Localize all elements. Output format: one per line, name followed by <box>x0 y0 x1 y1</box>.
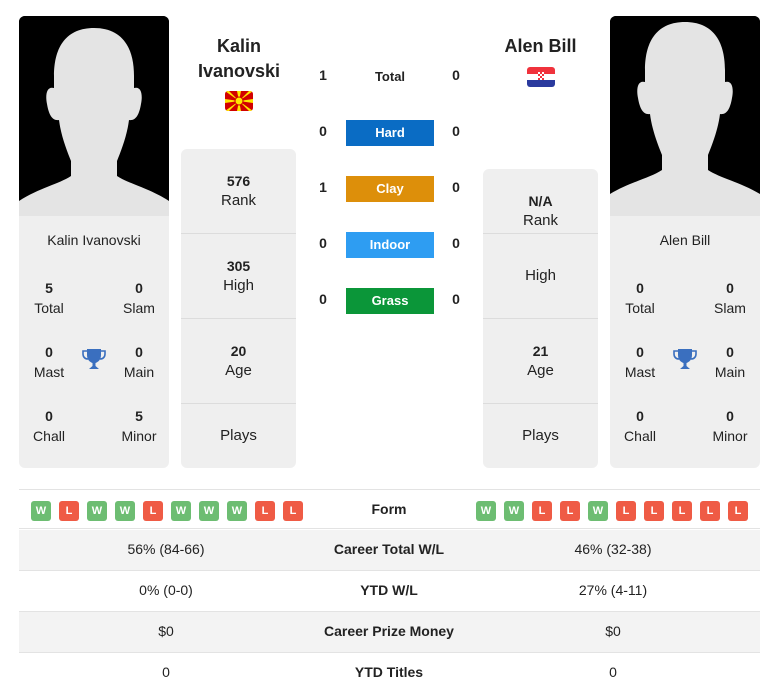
h2h-grass-p1: 0 <box>319 291 327 307</box>
silhouette-icon <box>19 16 169 216</box>
player2-rank: N/A Rank <box>483 169 598 234</box>
player2-ytd-titles: 0 <box>609 664 617 680</box>
player1-form-badge-loss[interactable]: L <box>283 501 303 521</box>
h2h-total-p1: 1 <box>319 67 327 83</box>
prize-money-label: Career Prize Money <box>324 623 454 639</box>
stats-row-ytd-wl: 0% (0-0) YTD W/L 27% (4-11) <box>19 571 760 612</box>
player2-mast-titles: 0 Mast <box>624 344 656 380</box>
player1-chall-titles: 0 Chall <box>33 408 65 444</box>
player1-main-titles: 0 Main <box>123 344 155 380</box>
player2-name[interactable]: Alen Bill <box>478 34 603 59</box>
player1-form-badge-win[interactable]: W <box>171 501 191 521</box>
player1-form-badge-win[interactable]: W <box>31 501 51 521</box>
trophy-icon <box>81 346 107 372</box>
stats-row-career-wl: 56% (84-66) Career Total W/L 46% (32-38) <box>19 530 760 571</box>
player1-form-badge-win[interactable]: W <box>227 501 247 521</box>
surface-grass-badge: Grass <box>346 288 434 314</box>
form-row: WLWWLWWWLL Form WWLLWLLLLL <box>19 489 760 529</box>
player2-age: 21 Age <box>483 319 598 404</box>
player2-chall-titles: 0 Chall <box>624 408 656 444</box>
form-label: Form <box>371 501 407 517</box>
surface-hard-badge: Hard <box>346 120 434 146</box>
player2-form-badge-loss[interactable]: L <box>644 501 664 521</box>
player2-photo <box>610 16 760 216</box>
player2-main-titles: 0 Main <box>714 344 746 380</box>
stats-row-ytd-titles: 0 YTD Titles 0 <box>19 653 760 694</box>
player2-prize-money: $0 <box>605 623 621 639</box>
north-macedonia-flag-icon <box>225 91 253 111</box>
h2h-total-p2: 0 <box>452 67 460 83</box>
player2-form-badge-win[interactable]: W <box>476 501 496 521</box>
player1-form-badge-loss[interactable]: L <box>255 501 275 521</box>
player2-titles-card: Alen Bill 0 Total 0 Slam 0 Mast 0 Main 0… <box>610 216 760 468</box>
player2-form-badge-win[interactable]: W <box>504 501 524 521</box>
surface-clay-badge: Clay <box>346 176 434 202</box>
player1-rank-column: 576 Rank 305 High 20 Age Plays <box>181 149 296 468</box>
player2-form-badge-loss[interactable]: L <box>700 501 720 521</box>
player1-form-badge-loss[interactable]: L <box>59 501 79 521</box>
player1-form-badge-win[interactable]: W <box>199 501 219 521</box>
player1-high: 305 High <box>181 234 296 319</box>
trophy-icon <box>672 346 698 372</box>
player2-form-badge-loss[interactable]: L <box>532 501 552 521</box>
h2h-clay-p1: 1 <box>319 179 327 195</box>
h2h-hard-p1: 0 <box>319 123 327 139</box>
h2h-grass-p2: 0 <box>452 291 460 307</box>
silhouette-icon <box>610 16 760 216</box>
player2-high: High <box>483 234 598 319</box>
player2-ytd-wl: 27% (4-11) <box>578 582 648 598</box>
stats-row-prize-money: $0 Career Prize Money $0 <box>19 612 760 653</box>
player2-form-badge-loss[interactable]: L <box>728 501 748 521</box>
player1-name[interactable]: Kalin Ivanovski <box>175 34 303 84</box>
ytd-wl-label: YTD W/L <box>360 582 418 598</box>
player2-form-badge-loss[interactable]: L <box>560 501 580 521</box>
player1-photo <box>19 16 169 216</box>
player1-form-badge-win[interactable]: W <box>115 501 135 521</box>
career-wl-label: Career Total W/L <box>333 541 445 557</box>
player1-form-badge-win[interactable]: W <box>87 501 107 521</box>
h2h-indoor-p1: 0 <box>319 235 327 251</box>
player2-rank-column: N/A Rank High 21 Age Plays <box>483 169 598 468</box>
player1-rank: 576 Rank <box>181 149 296 234</box>
player2-plays: Plays <box>522 427 559 444</box>
player1-prize-money: $0 <box>158 623 174 639</box>
player2-form-badge-win[interactable]: W <box>588 501 608 521</box>
player1-card-name: Kalin Ivanovski <box>47 232 141 248</box>
player1-slam-titles: 0 Slam <box>123 280 155 316</box>
h2h-indoor-p2: 0 <box>452 235 460 251</box>
player2-minor-titles: 0 Minor <box>712 408 748 444</box>
player2-total-titles: 0 Total <box>625 280 655 316</box>
surface-indoor-badge: Indoor <box>346 232 434 258</box>
ytd-titles-label: YTD Titles <box>354 664 424 680</box>
player2-slam-titles: 0 Slam <box>714 280 746 316</box>
player2-form-badge-loss[interactable]: L <box>672 501 692 521</box>
player2-form-badge-loss[interactable]: L <box>616 501 636 521</box>
h2h-hard-p2: 0 <box>452 123 460 139</box>
player1-minor-titles: 5 Minor <box>121 408 157 444</box>
player1-plays: Plays <box>220 427 257 444</box>
player2-card-name: Alen Bill <box>659 232 711 248</box>
player1-form-badge-loss[interactable]: L <box>143 501 163 521</box>
player1-career-wl: 56% (84-66) <box>127 541 205 557</box>
player1-ytd-titles: 0 <box>162 664 170 680</box>
player1-titles-card: Kalin Ivanovski 5 Total 0 Slam 0 Mast 0 … <box>19 216 169 468</box>
h2h-total-label: Total <box>374 69 406 84</box>
croatia-flag-icon <box>527 67 555 87</box>
h2h-clay-p2: 0 <box>452 179 460 195</box>
player1-total-titles: 5 Total <box>34 280 64 316</box>
player2-career-wl: 46% (32-38) <box>574 541 652 557</box>
player1-age: 20 Age <box>181 319 296 404</box>
player1-mast-titles: 0 Mast <box>33 344 65 380</box>
player1-ytd-wl: 0% (0-0) <box>139 582 193 598</box>
